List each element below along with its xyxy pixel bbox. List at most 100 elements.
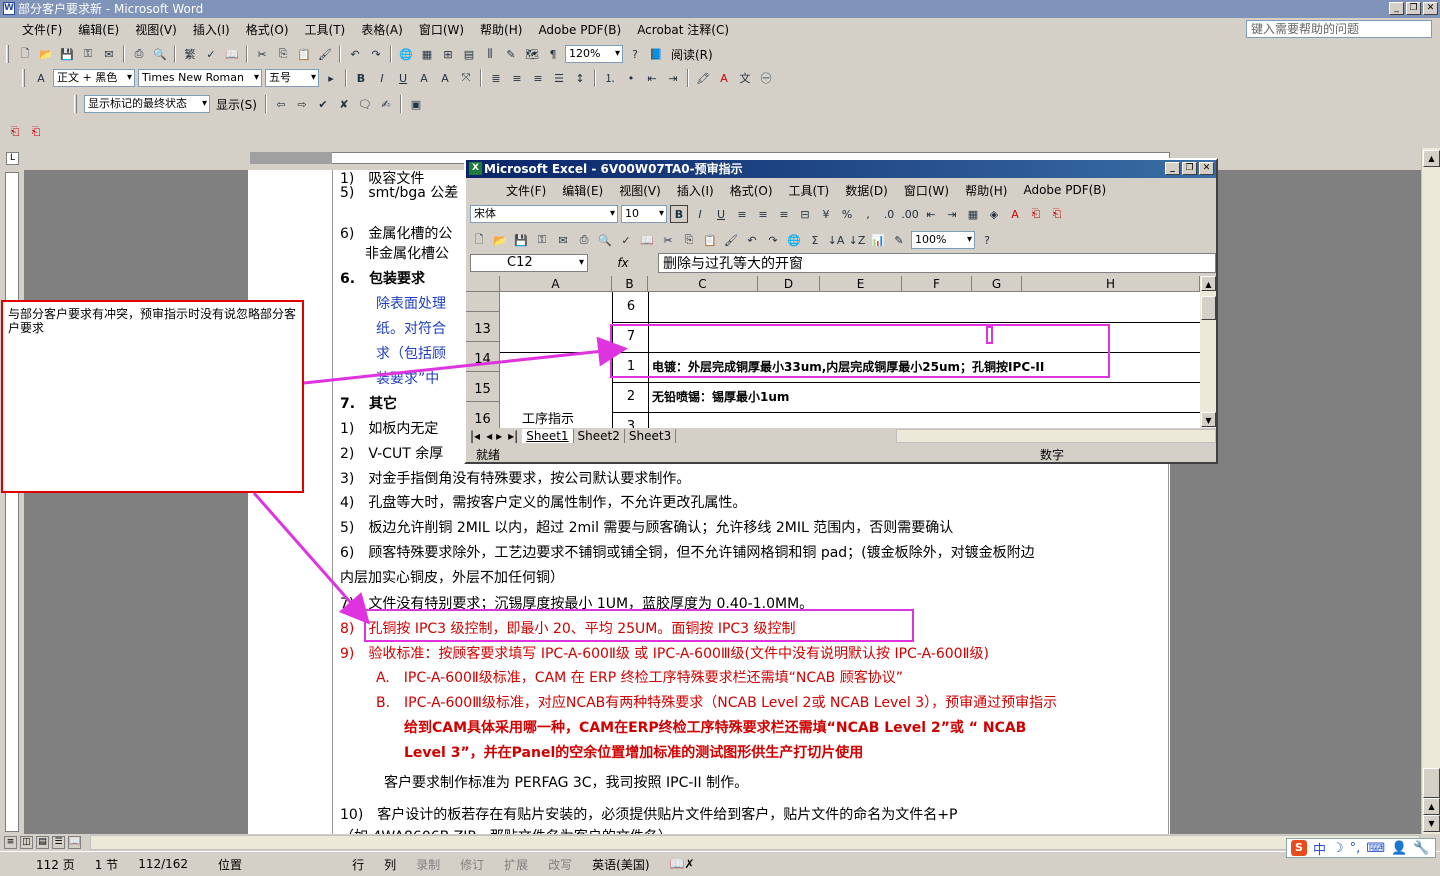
scroll-thumb[interactable] [1423, 768, 1440, 798]
menu-edit[interactable]: 编辑(E) [70, 21, 127, 38]
keyboard-icon[interactable]: ⌨ [1366, 841, 1385, 856]
copy-icon[interactable]: ⎘ [274, 45, 292, 63]
menu-acrobat-comment[interactable]: Acrobat 注释(C) [629, 21, 737, 38]
style-select[interactable]: 正文 + 黑色 [53, 69, 135, 87]
ime-toolbar[interactable]: S 中 ☽ °, ⌨ 👤 🔧 [1286, 838, 1436, 858]
excel-menu-edit[interactable]: 编辑(E) [554, 182, 611, 199]
read-icon[interactable]: 📘 [647, 45, 665, 63]
excel-paste-icon[interactable]: 📋 [701, 231, 719, 249]
restore-button[interactable]: ❐ [1406, 2, 1421, 15]
insert-table-icon[interactable]: ⊞ [439, 45, 457, 63]
print-icon[interactable]: ⎙ [130, 45, 148, 63]
excel-dec-decimal-icon[interactable]: .00 [901, 205, 919, 223]
excel-percent-icon[interactable]: % [838, 205, 856, 223]
excel-comma-icon[interactable]: , [859, 205, 877, 223]
excel-help-icon[interactable]: ? [978, 231, 996, 249]
open-folder-icon[interactable]: 📂 [37, 45, 55, 63]
menu-format[interactable]: 格式(O) [238, 21, 297, 38]
excel-align-right-icon[interactable]: ≡ [775, 205, 793, 223]
excel-sort-desc-icon[interactable]: ↓Z [848, 231, 866, 249]
sheet-tab-3[interactable]: Sheet3 [625, 429, 677, 443]
distribute-icon[interactable]: ☰ [550, 69, 568, 87]
tab-selector[interactable]: L [6, 152, 19, 165]
next-page-icon[interactable]: ▼ [1423, 815, 1440, 832]
col-header-g[interactable]: G [972, 276, 1022, 292]
new-comment-icon[interactable]: 🗨 [356, 95, 374, 113]
cut-icon[interactable]: ✂ [253, 45, 271, 63]
char-scale-icon[interactable]: ⤧ [457, 69, 475, 87]
excel-menu-adobe-pdf[interactable]: Adobe PDF(B) [1015, 183, 1114, 197]
excel-align-center-icon[interactable]: ≡ [754, 205, 772, 223]
fx-icon[interactable]: fx [588, 256, 658, 270]
excel-menu-help[interactable]: 帮助(H) [957, 182, 1015, 199]
font-select[interactable]: Times New Roman [138, 69, 262, 87]
cell-a16[interactable]: 工序指示 [522, 412, 612, 428]
menu-tools[interactable]: 工具(T) [297, 21, 354, 38]
sheet-nav-prev-icon[interactable]: ◂ [484, 429, 494, 443]
next-change-icon[interactable]: ⇨ [293, 95, 311, 113]
cell-b16[interactable]: 3 [616, 412, 646, 428]
help-search-input[interactable]: 键入需要帮助的问题 [1246, 20, 1432, 38]
excel-app-icon[interactable]: X [469, 162, 482, 175]
excel-menu-tools[interactable]: 工具(T) [781, 182, 838, 199]
col-header-c[interactable]: C [648, 276, 758, 292]
menu-adobe-pdf[interactable]: Adobe PDF(B) [530, 23, 629, 37]
excel-cut-icon[interactable]: ✂ [659, 231, 677, 249]
row-header-15[interactable]: 15 [466, 372, 500, 402]
excel-borders-icon[interactable]: ▦ [964, 205, 982, 223]
excel-menu-data[interactable]: 数据(D) [837, 182, 896, 199]
row-header-16[interactable]: 16 [466, 402, 500, 428]
ime-mode-label[interactable]: 中 [1313, 839, 1326, 858]
row-header-14[interactable]: 14 [466, 342, 500, 372]
excel-save-icon[interactable]: 💾 [512, 231, 530, 249]
excel-merge-icon[interactable]: ⊟ [796, 205, 814, 223]
highlight-icon[interactable]: 🖍 [694, 69, 712, 87]
document-map-icon[interactable]: 🗺 [523, 45, 541, 63]
sheet-nav-last-icon[interactable]: ▸| [504, 429, 522, 443]
col-header-b[interactable]: B [612, 276, 648, 292]
status-language[interactable]: 英语(美国) [582, 856, 659, 873]
font-color-icon[interactable]: A [715, 69, 733, 87]
new-doc-icon[interactable]: 🗋 [16, 45, 34, 63]
cell-b12[interactable]: 6 [616, 292, 646, 322]
status-ext[interactable]: 扩展 [494, 856, 538, 873]
font-size-select[interactable]: 五号 [265, 69, 319, 87]
decrease-indent-icon[interactable]: ⇤ [643, 69, 661, 87]
outline-view-icon[interactable]: ☰ [52, 836, 65, 849]
excel-scroll-down-icon[interactable]: ▼ [1201, 412, 1216, 427]
excel-dec-indent-icon[interactable]: ⇤ [922, 205, 940, 223]
line-spacing-icon[interactable]: ↕ [571, 69, 589, 87]
excel-undo-icon[interactable]: ↶ [743, 231, 761, 249]
excel-align-left-icon[interactable]: ≡ [733, 205, 751, 223]
read-mode-button[interactable]: 阅读(R) [668, 46, 716, 63]
zoom-select[interactable]: 120% [565, 45, 623, 63]
print-preview-icon[interactable]: 🔍 [151, 45, 169, 63]
close-button[interactable]: ✕ [1423, 2, 1438, 15]
bold-icon[interactable]: B [352, 69, 370, 87]
vertical-scrollbar[interactable]: ▲ ▲ ▼ [1421, 148, 1440, 834]
excel-window[interactable]: X Microsoft Excel - 6V00W07TA0-预审指示 _ ❐ … [464, 158, 1218, 464]
enclose-char-icon[interactable]: ㊀ [757, 69, 775, 87]
vertical-ruler[interactable] [5, 172, 19, 832]
prev-page-icon[interactable]: ▲ [1423, 798, 1440, 815]
excel-hyperlink-icon[interactable]: 🌐 [785, 231, 803, 249]
excel-new-icon[interactable]: 🗋 [470, 231, 488, 249]
cell-c15[interactable]: 无铅喷锡：锡厚最小1um [652, 382, 1198, 412]
status-ovr[interactable]: 改写 [538, 856, 582, 873]
sheet-nav-first-icon[interactable]: |◂ [466, 429, 484, 443]
status-rec[interactable]: 录制 [406, 856, 450, 873]
reject-change-icon[interactable]: ✘ [335, 95, 353, 113]
email-icon[interactable]: ✉ [100, 45, 118, 63]
excel-painter-icon[interactable]: 🖌 [722, 231, 740, 249]
excel-zoom-select[interactable]: 100% [911, 231, 975, 249]
hyperlink-icon[interactable]: 🌐 [397, 45, 415, 63]
reading-view-icon[interactable]: 📖 [68, 836, 81, 849]
align-right-icon[interactable]: ≡ [529, 69, 547, 87]
cell-b15[interactable]: 2 [616, 382, 646, 412]
excel-preview-icon[interactable]: 🔍 [596, 231, 614, 249]
menu-file[interactable]: 文件(F) [14, 21, 70, 38]
excel-redo-icon[interactable]: ↷ [764, 231, 782, 249]
traditional-chinese-icon[interactable]: 繁 [181, 45, 199, 63]
excel-vertical-scrollbar[interactable]: ▲ ▼ [1200, 276, 1216, 428]
scroll-up-icon[interactable]: ▲ [1423, 150, 1440, 167]
